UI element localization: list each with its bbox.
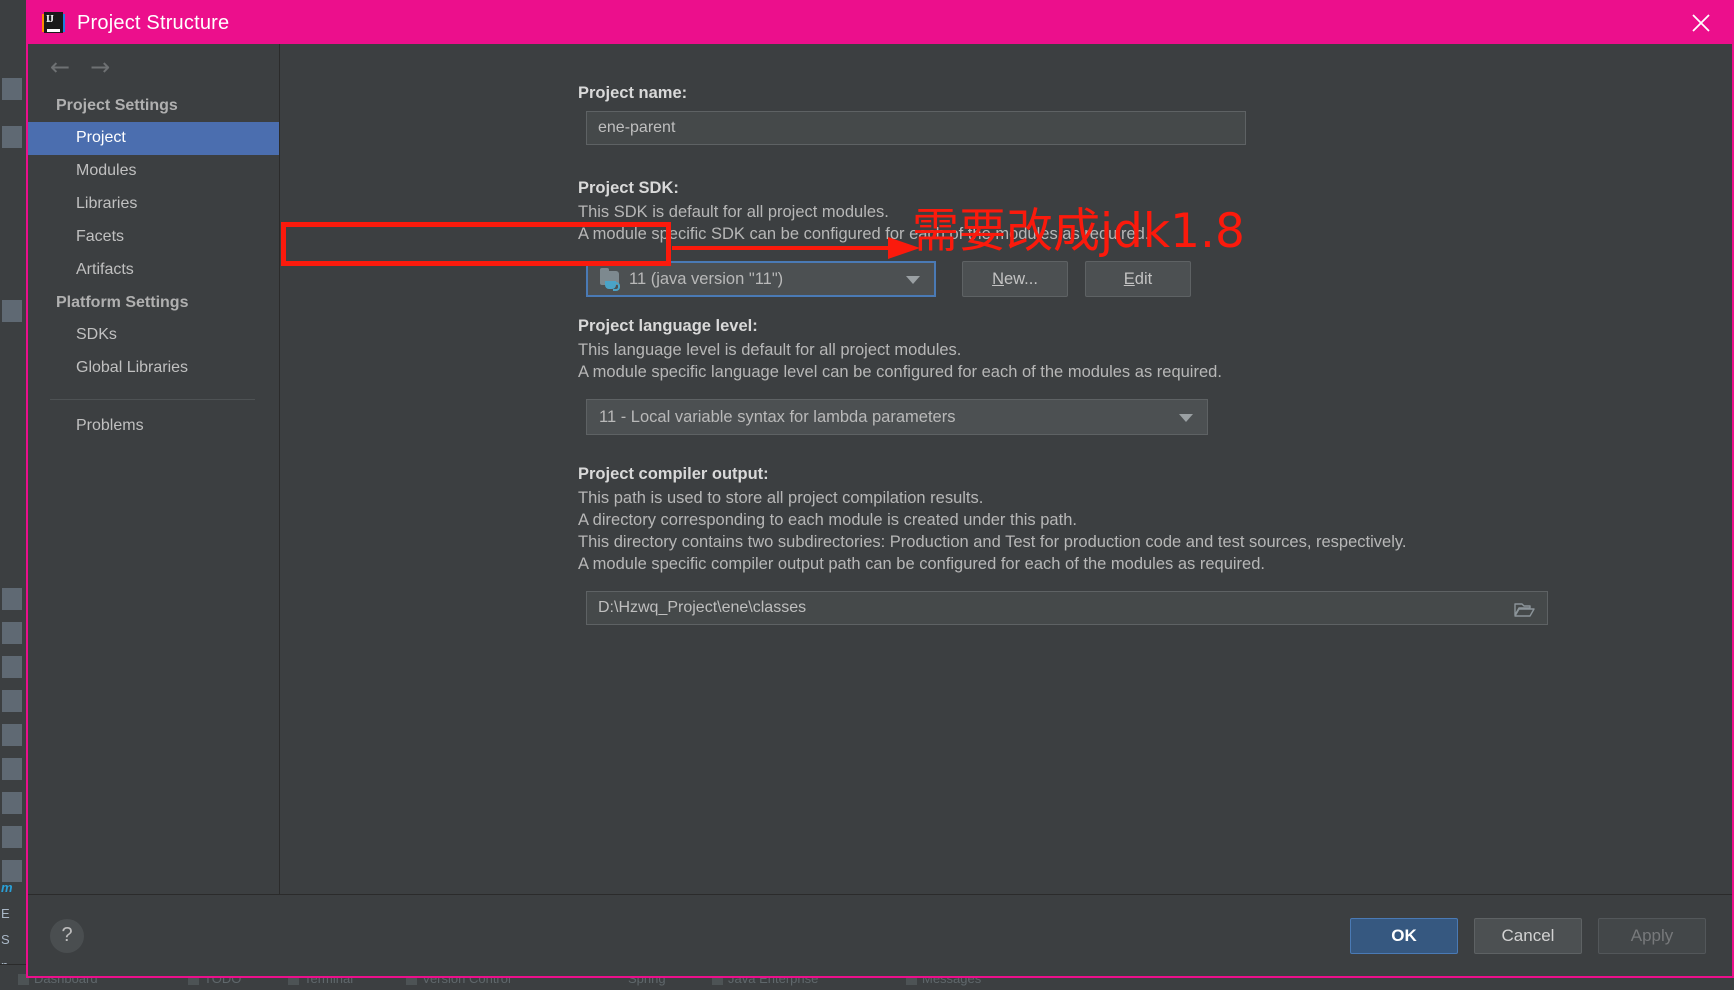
compiler-output-desc-1: This path is used to store all project c… bbox=[578, 489, 984, 507]
project-name-label: Project name: bbox=[578, 84, 688, 102]
settings-sidebar: ← → Project Settings Project Modules Lib… bbox=[28, 44, 280, 894]
sidebar-divider bbox=[50, 399, 255, 400]
dialog-title: Project Structure bbox=[77, 11, 230, 34]
ok-button[interactable]: OK bbox=[1350, 917, 1458, 954]
language-level-desc-1: This language level is default for all p… bbox=[578, 341, 962, 359]
bg-tool-button bbox=[2, 622, 22, 644]
project-structure-dialog: IJ Project Structure ← → Project Setting… bbox=[26, 0, 1734, 978]
sidebar-item-modules[interactable]: Modules bbox=[28, 155, 279, 188]
bg-editor-text: S bbox=[1, 932, 10, 947]
sdk-row: 11 (java version "11") New... Edit bbox=[586, 261, 1732, 297]
bg-tool-button bbox=[2, 826, 22, 848]
sidebar-group-project-settings: Project Settings bbox=[56, 97, 178, 114]
bg-tool-button bbox=[2, 126, 22, 148]
dialog-body: ← → Project Settings Project Modules Lib… bbox=[28, 44, 1732, 894]
compiler-output-desc-2: A directory corresponding to each module… bbox=[578, 511, 1077, 529]
help-button[interactable]: ? bbox=[50, 918, 84, 953]
project-sdk-combo[interactable]: 11 (java version "11") bbox=[586, 261, 936, 297]
sidebar-item-libraries[interactable]: Libraries bbox=[28, 188, 279, 221]
compiler-output-desc-4: A module specific compiler output path c… bbox=[578, 555, 1265, 573]
project-sdk-desc-1: This SDK is default for all project modu… bbox=[578, 203, 889, 221]
new-sdk-button[interactable]: New... bbox=[962, 261, 1068, 297]
project-settings-panel: Project name: ene-parent Project SDK: Th… bbox=[280, 44, 1732, 894]
edit-sdk-label-rest: dit bbox=[1134, 269, 1153, 288]
compiler-output-desc-3: This directory contains two subdirectori… bbox=[578, 533, 1407, 551]
project-sdk-desc-2: A module specific SDK can be configured … bbox=[578, 225, 1150, 243]
project-name-input[interactable]: ene-parent bbox=[586, 111, 1246, 145]
sidebar-item-sdks[interactable]: SDKs bbox=[28, 319, 279, 352]
language-level-combo[interactable]: 11 - Local variable syntax for lambda pa… bbox=[586, 399, 1208, 435]
sidebar-item-project[interactable]: Project bbox=[28, 122, 279, 155]
forward-arrow-icon[interactable]: → bbox=[90, 55, 110, 79]
bg-tool-button bbox=[2, 78, 22, 100]
bg-tool-button bbox=[2, 690, 22, 712]
sidebar-item-global-libraries[interactable]: Global Libraries bbox=[28, 352, 279, 385]
bg-editor-text: E bbox=[1, 906, 10, 921]
bg-tool-button bbox=[2, 656, 22, 678]
compiler-output-label: Project compiler output: bbox=[578, 465, 769, 483]
ide-left-toolbar-strip: m E S n bbox=[0, 0, 26, 990]
back-arrow-icon[interactable]: ← bbox=[50, 55, 70, 79]
bg-tool-button bbox=[2, 300, 22, 322]
sidebar-item-problems[interactable]: Problems bbox=[28, 410, 279, 443]
bg-tool-button bbox=[2, 792, 22, 814]
nav-arrows: ← → bbox=[28, 44, 279, 90]
bg-tool-button bbox=[2, 724, 22, 746]
sidebar-item-artifacts[interactable]: Artifacts bbox=[28, 254, 279, 287]
bg-tool-button bbox=[2, 588, 22, 610]
bg-tool-button bbox=[2, 758, 22, 780]
chevron-down-icon bbox=[906, 276, 920, 284]
chevron-down-icon bbox=[1179, 414, 1193, 422]
compiler-output-path-input[interactable]: D:\Hzwq_Project\ene\classes bbox=[586, 591, 1548, 625]
cancel-button[interactable]: Cancel bbox=[1474, 917, 1582, 954]
app-icon-letters: IJ bbox=[46, 13, 54, 25]
project-sdk-value: 11 (java version "11") bbox=[629, 269, 784, 288]
edit-sdk-mnemonic: E bbox=[1123, 269, 1135, 288]
project-sdk-label: Project SDK: bbox=[578, 179, 679, 197]
intellij-idea-icon: IJ bbox=[42, 11, 65, 35]
bg-tool-button bbox=[2, 860, 22, 882]
close-icon[interactable] bbox=[1670, 2, 1732, 44]
sidebar-item-facets[interactable]: Facets bbox=[28, 221, 279, 254]
bg-editor-text: m bbox=[1, 880, 13, 895]
new-sdk-label-rest: ew... bbox=[1003, 269, 1038, 288]
language-level-desc-2: A module specific language level can be … bbox=[578, 363, 1222, 381]
language-level-label: Project language level: bbox=[578, 317, 758, 335]
language-level-value: 11 - Local variable syntax for lambda pa… bbox=[599, 407, 956, 426]
apply-button: Apply bbox=[1598, 917, 1706, 954]
new-sdk-mnemonic: N bbox=[992, 269, 1004, 288]
compiler-output-path-value: D:\Hzwq_Project\ene\classes bbox=[598, 599, 807, 616]
dialog-footer: ? OK Cancel Apply bbox=[28, 894, 1732, 976]
sidebar-group-platform-settings: Platform Settings bbox=[56, 294, 189, 311]
jdk-folder-icon bbox=[600, 268, 620, 291]
dialog-titlebar: IJ Project Structure bbox=[28, 2, 1732, 44]
folder-browse-icon[interactable] bbox=[1514, 601, 1535, 617]
edit-sdk-button[interactable]: Edit bbox=[1085, 261, 1191, 297]
